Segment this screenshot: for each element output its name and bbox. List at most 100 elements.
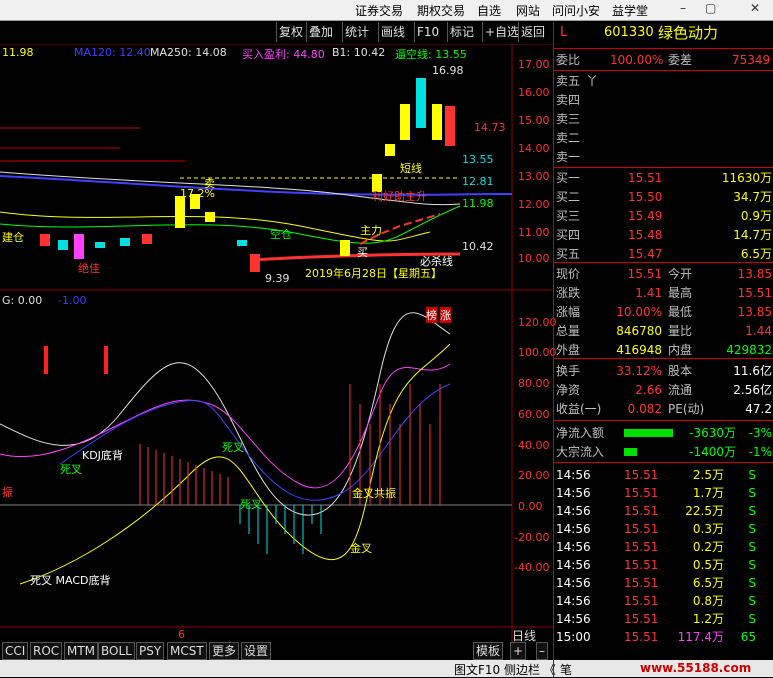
macd-blue-line [59, 383, 451, 501]
tab-roc[interactable]: ROC [30, 642, 63, 660]
tick-side: S [748, 522, 756, 536]
tick-row: 14:56 15.51 22.5万 S [554, 502, 773, 520]
sidebar-toggle[interactable]: 侧边栏 《 [504, 661, 556, 678]
signal-bar [104, 346, 108, 374]
overlay-button[interactable]: 叠加 [306, 22, 335, 42]
menu-ask[interactable]: 问问小安 [552, 2, 600, 19]
stat2-label: 股本 [668, 364, 693, 378]
sub-axis-80: 80.00 [518, 377, 550, 390]
high-label: 16.98 [432, 64, 464, 77]
buy-level-label: 买二 [556, 190, 581, 204]
buy-level-volume: 34.7万 [733, 190, 772, 204]
tick-time: 15:00 [556, 630, 591, 644]
candle [250, 254, 260, 272]
kline-chart[interactable] [0, 44, 553, 644]
tick-side: S [748, 594, 756, 608]
tab-cci[interactable]: CCI [2, 642, 29, 660]
tab-mtm[interactable]: MTM [64, 642, 99, 660]
restore-rights-button[interactable]: 复权 [276, 22, 305, 42]
tick-price: 15.51 [624, 522, 659, 536]
percent-annotation: 17.2% [180, 187, 215, 200]
tick-price: 15.51 [624, 540, 659, 554]
menu-options[interactable]: 期权交易 [417, 2, 465, 19]
zoom-in-button[interactable]: + [510, 642, 527, 660]
close-icon[interactable]: ✕ [750, 1, 760, 15]
back-button[interactable]: 返回 [518, 22, 547, 42]
template-button[interactable]: 模板 [473, 642, 504, 660]
macd-yellow-line [19, 343, 451, 585]
menu-school[interactable]: 益学堂 [612, 2, 648, 19]
flow-value: -1400万 [689, 445, 736, 459]
tab-mcst[interactable]: MCST [167, 642, 207, 660]
stat2-label: 换手 [556, 364, 581, 378]
tick-volume: 1.7万 [692, 486, 724, 500]
dead-cross-label-3: 死叉 [240, 498, 262, 511]
tick-side: S [748, 486, 756, 500]
stat-label: 今开 [668, 267, 693, 281]
sell-level-label: 卖五 [556, 74, 581, 88]
sell-level-label: 卖三 [556, 112, 581, 126]
buy-level-volume: 11630万 [721, 171, 772, 185]
mark-button[interactable]: 标记 [447, 22, 476, 42]
stock-code: 601330 [604, 25, 654, 40]
sub-axis-120: 120.00 [518, 316, 557, 329]
stat-label: 最低 [668, 305, 693, 319]
tab-more[interactable]: 更多 [209, 642, 240, 660]
draw-line-button[interactable]: 画线 [378, 22, 407, 42]
restore-icon[interactable]: ▢ [705, 1, 716, 15]
tick-price: 15.51 [624, 576, 659, 590]
period-label[interactable]: 日线 [512, 627, 536, 644]
tongkong-value: 逼空线: 13.55 [395, 48, 467, 61]
sub-header-b: -1.00 [58, 294, 87, 307]
ma-green-line [0, 205, 461, 244]
menu-website[interactable]: 网站 [516, 2, 540, 19]
ma-first-value: 11.98 [2, 46, 34, 59]
buy-annotation: 买 [357, 246, 368, 259]
candle [400, 104, 410, 140]
f10-text-link[interactable]: 图文F10 [454, 661, 500, 678]
stat-value: 429832 [726, 343, 772, 357]
menu-watchlist[interactable]: 自选 [477, 2, 501, 19]
tab-settings[interactable]: 设置 [241, 642, 272, 660]
dead-cross-label-1: 死叉 [60, 463, 82, 476]
tick-volume: 0.3万 [692, 522, 724, 536]
tab-psy[interactable]: PSY [136, 642, 165, 660]
duanxian-annotation: 短线 [400, 162, 422, 175]
tick-side: S [748, 540, 756, 554]
stats-button[interactable]: 统计 [342, 22, 371, 42]
tick-time: 14:56 [556, 594, 591, 608]
candle [95, 242, 105, 248]
buy-level-label: 买一 [556, 171, 581, 185]
stat2-value: 2.56亿 [733, 383, 772, 397]
tick-volume: 0.2万 [692, 540, 724, 554]
add-watchlist-button[interactable]: +自选 [482, 22, 521, 42]
menu-trade[interactable]: 证券交易 [355, 2, 403, 19]
stat-label: 现价 [556, 267, 581, 281]
chart-area[interactable]: 11.98 MA120: 12.40 MA250: 14.08 买入盈利: 44… [0, 44, 557, 644]
candle [142, 234, 152, 244]
tick-price: 15.51 [624, 594, 659, 608]
stat-value: 15.51 [627, 267, 662, 281]
zhen-label: 振 [2, 486, 13, 499]
buy-level-volume: 6.5万 [740, 247, 772, 261]
flow-label: 净流入额 [556, 426, 605, 440]
f10-button[interactable]: F10 [414, 22, 441, 42]
minimize-icon[interactable]: – [680, 1, 686, 15]
buy-level-row: 买二 15.50 34.7万 [554, 188, 773, 206]
buy-level-price: 15.51 [628, 171, 663, 185]
stat-label: 最高 [668, 286, 693, 300]
tick-volume: 22.5万 [685, 504, 724, 518]
price-tag-1473: 14.73 [474, 121, 506, 134]
tab-boll[interactable]: BOLL [98, 642, 135, 660]
candle [340, 240, 350, 256]
stat2-value: 11.6亿 [733, 364, 772, 378]
axis-tab-label: 6 [178, 628, 185, 641]
stat2-row: 换手 33.12% 股本 11.6亿 [554, 362, 773, 380]
stat-label: 总量 [556, 324, 581, 338]
tick-row: 14:56 15.51 1.7万 S [554, 484, 773, 502]
tick-price: 15.51 [624, 468, 659, 482]
tick-side: S [748, 558, 756, 572]
zoom-out-button[interactable]: – [536, 642, 548, 660]
weicha-value: 75349 [732, 53, 771, 67]
sell-level-label: 卖四 [556, 93, 581, 107]
